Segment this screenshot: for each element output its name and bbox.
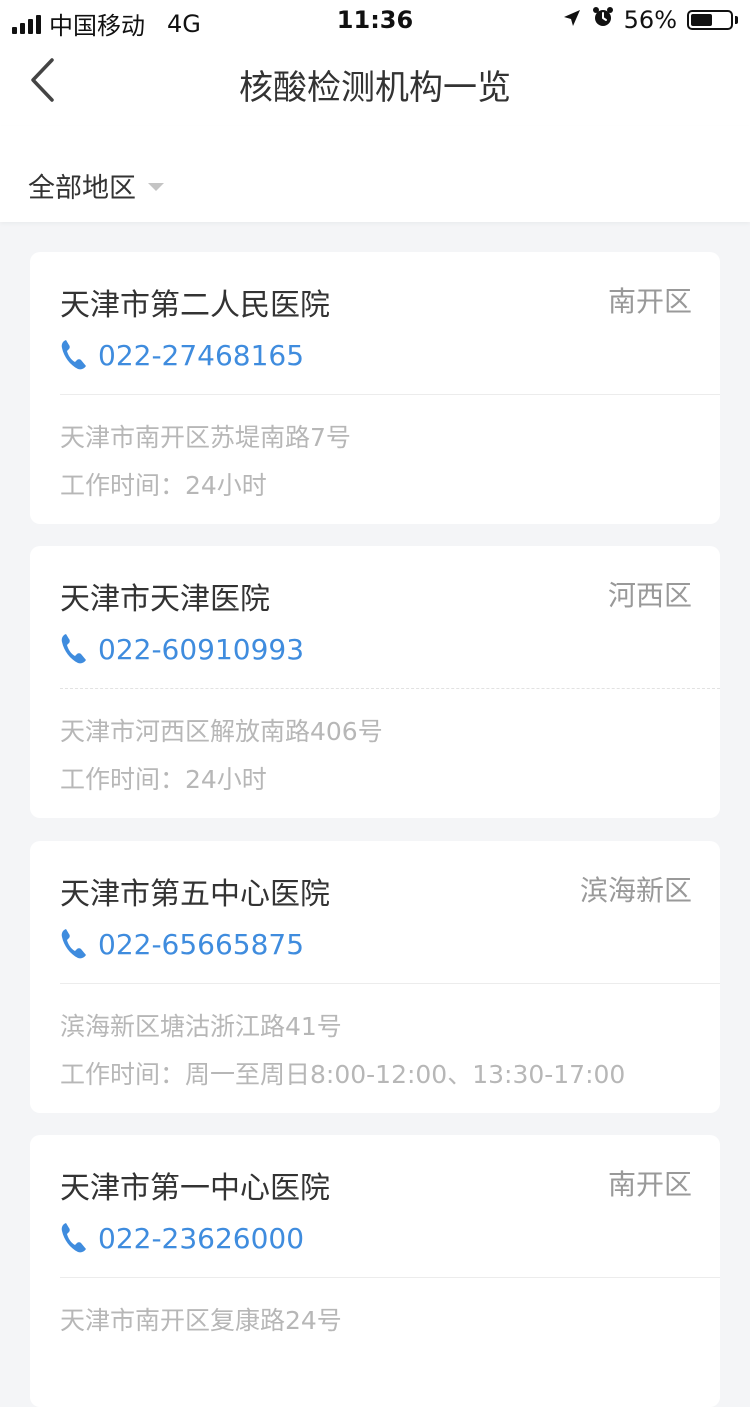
phone-link[interactable]: 022-65665875 — [60, 927, 304, 961]
nav-bar: 核酸检测机构一览 — [0, 40, 750, 126]
institution-address: 天津市南开区苏堤南路7号 — [60, 423, 351, 452]
institution-hours: 工作时间：24小时 — [60, 471, 267, 500]
institution-district: 滨海新区 — [579, 874, 692, 907]
institution-address: 滨海新区塘沽浙江路41号 — [60, 1012, 342, 1041]
phone-link[interactable]: 022-27468165 — [60, 338, 304, 372]
phone-link[interactable]: 022-23626000 — [60, 1221, 304, 1255]
card-divider — [60, 394, 720, 395]
institution-card[interactable]: 天津市第二人民医院 南开区 022-27468165 天津市南开区苏堤南路7号 … — [30, 252, 720, 524]
battery-icon — [687, 10, 738, 30]
card-divider — [60, 1277, 720, 1278]
institution-district: 河西区 — [607, 579, 692, 612]
phone-number: 022-60910993 — [98, 632, 305, 666]
institution-address: 天津市河西区解放南路406号 — [60, 717, 383, 746]
battery-percent: 56% — [623, 6, 677, 34]
status-bar: 中国移动 4G 11:36 56% — [0, 0, 750, 40]
card-divider — [60, 983, 720, 984]
institution-name: 天津市天津医院 — [60, 582, 270, 617]
institution-district: 南开区 — [607, 285, 692, 318]
phone-icon — [60, 927, 88, 961]
phone-number: 022-27468165 — [98, 338, 305, 372]
institution-name: 天津市第一中心医院 — [60, 1171, 330, 1206]
region-filter-label: 全部地区 — [28, 173, 136, 204]
phone-icon — [60, 632, 88, 666]
institution-card[interactable]: 天津市第一中心医院 南开区 022-23626000 天津市南开区复康路24号 — [30, 1135, 720, 1407]
institution-hours: 工作时间：周一至周日8:00-12:00、13:30-17:00 — [60, 1060, 626, 1089]
filter-bar: 全部地区 — [0, 126, 750, 222]
institution-card[interactable]: 天津市第五中心医院 滨海新区 022-65665875 滨海新区塘沽浙江路41号… — [30, 841, 720, 1113]
alarm-clock-icon — [592, 6, 614, 34]
phone-icon — [60, 338, 88, 372]
institution-name: 天津市第二人民医院 — [60, 288, 330, 323]
card-divider — [60, 688, 720, 689]
location-arrow-icon — [562, 6, 582, 34]
institution-hours: 工作时间：24小时 — [60, 765, 267, 794]
page-title: 核酸检测机构一览 — [239, 68, 511, 108]
institution-address: 天津市南开区复康路24号 — [60, 1306, 342, 1335]
region-filter-dropdown[interactable]: 全部地区 — [28, 166, 164, 205]
phone-number: 022-23626000 — [98, 1221, 305, 1255]
institution-district: 南开区 — [607, 1168, 692, 1201]
institution-card[interactable]: 天津市天津医院 河西区 022-60910993 天津市河西区解放南路406号 … — [30, 546, 720, 818]
phone-number: 022-65665875 — [98, 927, 305, 961]
institution-name: 天津市第五中心医院 — [60, 877, 330, 912]
phone-link[interactable]: 022-60910993 — [60, 632, 304, 666]
caret-down-icon — [148, 182, 164, 191]
phone-icon — [60, 1221, 88, 1255]
status-right: 56% — [562, 6, 738, 34]
